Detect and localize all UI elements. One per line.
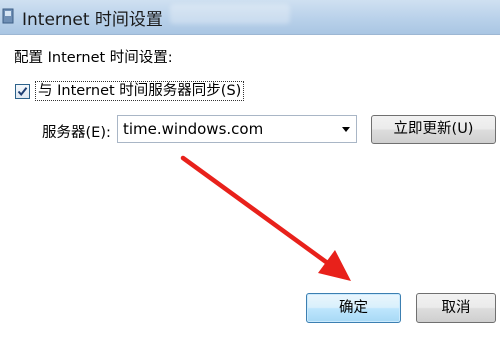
update-now-button[interactable]: 立即更新(U) bbox=[371, 115, 496, 144]
ok-button[interactable]: 确定 bbox=[306, 293, 401, 323]
server-value[interactable]: time.windows.com bbox=[123, 120, 263, 138]
window-app-icon bbox=[2, 7, 16, 25]
sync-checkbox[interactable] bbox=[15, 83, 30, 99]
config-heading: 配置 Internet 时间设置: bbox=[14, 50, 173, 66]
title-bar: Internet 时间设置 bbox=[0, 0, 500, 35]
server-combobox[interactable]: time.windows.com bbox=[117, 115, 357, 143]
checkmark-icon bbox=[17, 86, 28, 96]
server-label: 服务器(E): bbox=[42, 125, 111, 141]
window-title: Internet 时间设置 bbox=[22, 10, 163, 30]
dialog-body: 配置 Internet 时间设置: 与 Internet 时间服务器同步(S) … bbox=[0, 35, 500, 350]
sync-option-row[interactable]: 与 Internet 时间服务器同步(S) bbox=[15, 81, 245, 101]
blurred-background-title bbox=[170, 4, 290, 24]
sync-checkbox-label[interactable]: 与 Internet 时间服务器同步(S) bbox=[35, 81, 245, 101]
cancel-button[interactable]: 取消 bbox=[416, 293, 496, 323]
dropdown-arrow-icon[interactable] bbox=[342, 127, 350, 132]
